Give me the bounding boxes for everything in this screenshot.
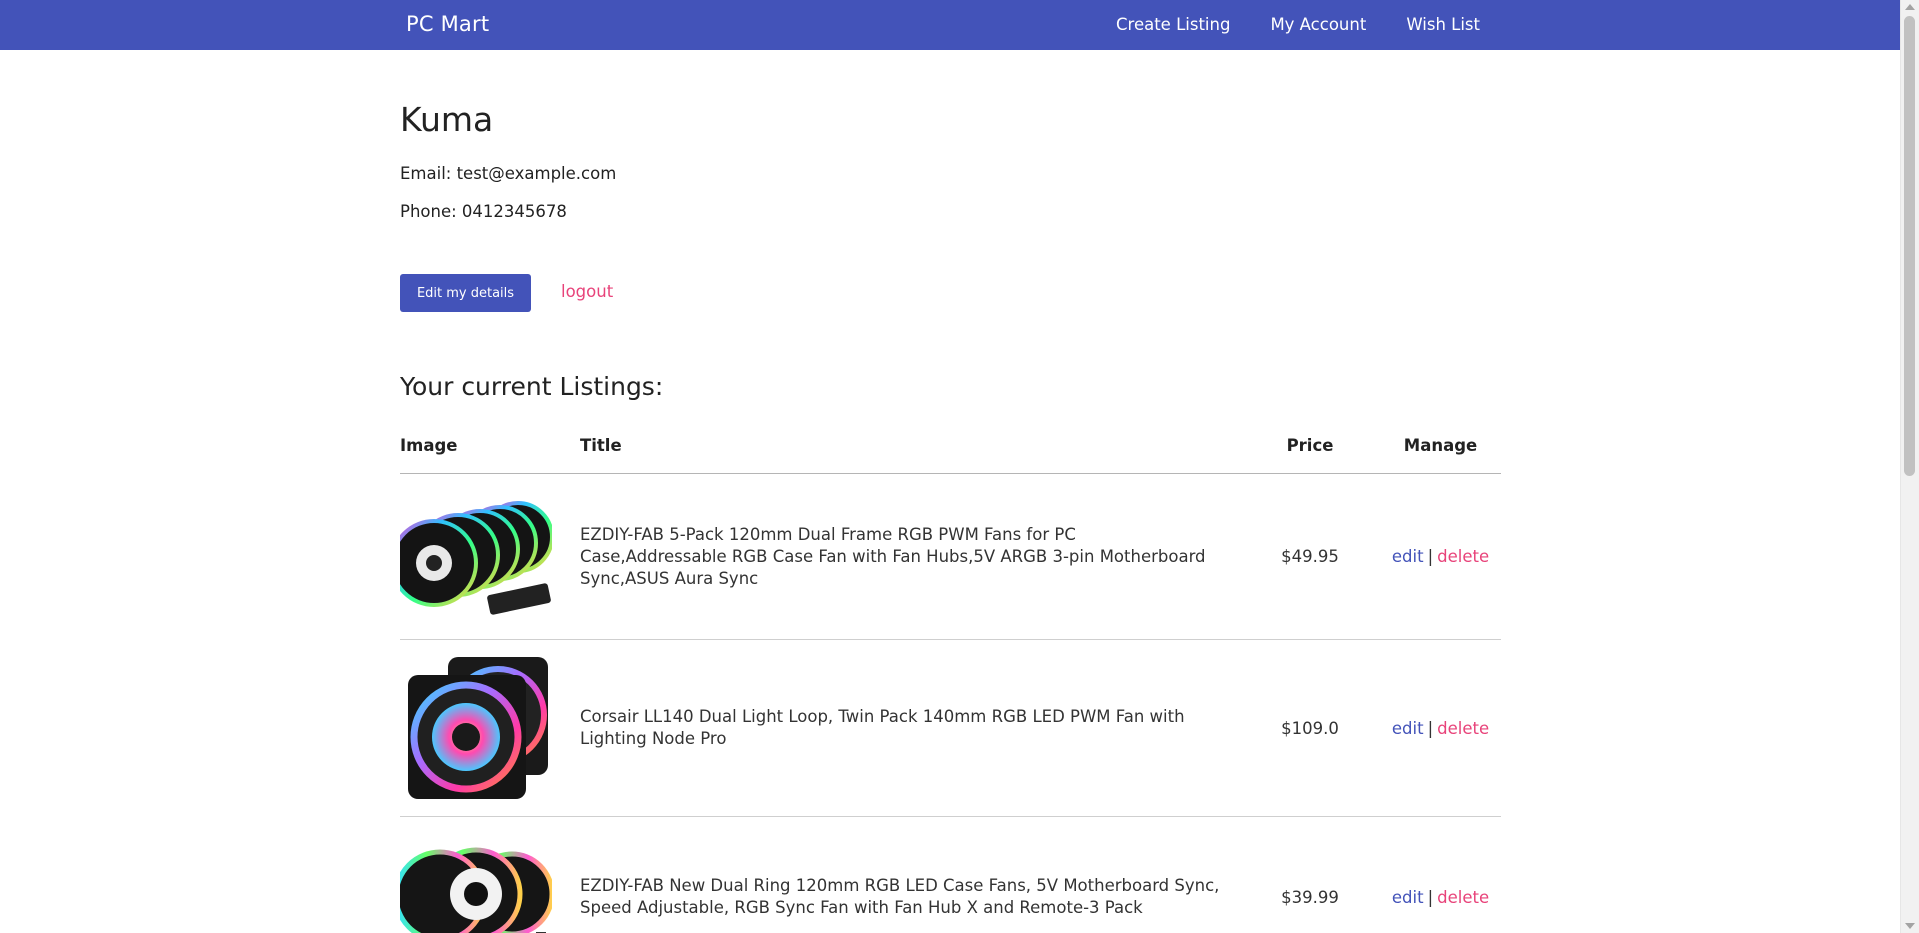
table-row: Corsair LL140 Dual Light Loop, Twin Pack…	[400, 639, 1501, 817]
link-separator: |	[1427, 887, 1434, 907]
profile-email: Email: test@example.com	[400, 164, 617, 183]
listing-title: Corsair LL140 Dual Light Loop, Twin Pack…	[580, 639, 1240, 817]
nav-link-wish-list[interactable]: Wish List	[1406, 15, 1480, 34]
page: PC Mart Create Listing My Account Wish L…	[0, 0, 1919, 933]
profile-name: Kuma	[400, 100, 494, 139]
link-separator: |	[1427, 718, 1434, 738]
table-header-row: Image Title Price Manage	[400, 430, 1501, 474]
column-header-price: Price	[1240, 430, 1380, 474]
listings-heading: Your current Listings:	[400, 372, 664, 401]
image-cell	[400, 639, 580, 817]
listing-price: $39.99	[1240, 816, 1380, 933]
manage-cell: edit | delete	[1380, 816, 1501, 933]
top-navbar: PC Mart Create Listing My Account Wish L…	[0, 0, 1901, 50]
edit-listing-link[interactable]: edit	[1392, 888, 1424, 907]
column-header-image: Image	[400, 430, 580, 474]
scrollbar-thumb[interactable]	[1904, 16, 1915, 476]
image-cell	[400, 816, 580, 933]
profile-phone: Phone: 0412345678	[400, 202, 567, 221]
link-separator: |	[1427, 547, 1434, 566]
delete-listing-link[interactable]: delete	[1437, 719, 1489, 738]
scroll-up-arrow-icon[interactable]	[1905, 4, 1915, 10]
listings-table: Image Title Price Manage EZDIY-FAB 5-Pac…	[400, 430, 1501, 933]
column-header-title: Title	[580, 430, 1240, 474]
scroll-down-arrow-icon[interactable]	[1905, 923, 1915, 929]
listing-price: $109.0	[1240, 639, 1380, 817]
delete-listing-link[interactable]: delete	[1437, 888, 1489, 907]
listing-price: $49.95	[1240, 473, 1380, 640]
edit-listing-link[interactable]: edit	[1392, 719, 1424, 738]
edit-details-button[interactable]: Edit my details	[400, 274, 531, 312]
listing-title: EZDIY-FAB New Dual Ring 120mm RGB LED Ca…	[580, 816, 1240, 933]
table-row: EZDIY-FAB 5-Pack 120mm Dual Frame RGB PW…	[400, 473, 1501, 640]
manage-cell: edit | delete	[1380, 473, 1501, 640]
rgb-fan-5-pack-image[interactable]	[400, 491, 552, 623]
vertical-scrollbar[interactable]	[1900, 0, 1919, 933]
nav-link-create-listing[interactable]: Create Listing	[1116, 15, 1230, 34]
image-cell	[400, 473, 580, 640]
corsair-fan-twin-pack-image[interactable]	[400, 653, 552, 803]
listing-title: EZDIY-FAB 5-Pack 120mm Dual Frame RGB PW…	[580, 473, 1240, 640]
brand-link[interactable]: PC Mart	[406, 12, 489, 36]
table-row: EZDIY-FAB New Dual Ring 120mm RGB LED Ca…	[400, 816, 1501, 933]
delete-listing-link[interactable]: delete	[1437, 547, 1489, 566]
logout-link[interactable]: logout	[561, 282, 613, 301]
nav-links: Create Listing My Account Wish List	[1116, 15, 1480, 34]
column-header-manage: Manage	[1380, 430, 1501, 474]
edit-listing-link[interactable]: edit	[1392, 547, 1424, 566]
rgb-fan-3-pack-image[interactable]	[400, 840, 552, 933]
manage-cell: edit | delete	[1380, 639, 1501, 817]
nav-link-my-account[interactable]: My Account	[1270, 15, 1366, 34]
